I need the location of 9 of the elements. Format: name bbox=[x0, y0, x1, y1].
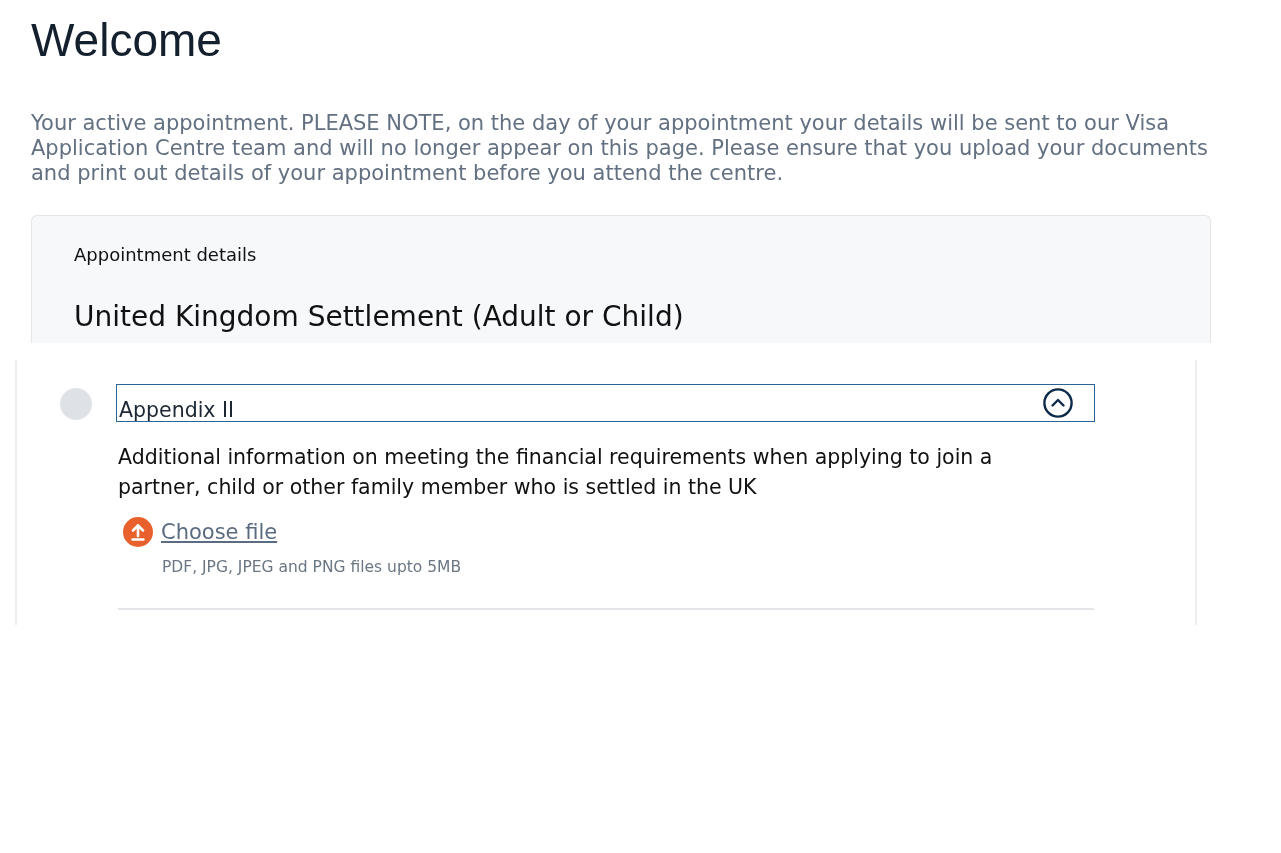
accordion-header[interactable]: Appendix II bbox=[116, 384, 1095, 422]
choose-file-link[interactable]: Choose file bbox=[161, 518, 278, 546]
page-title: Welcome bbox=[31, 14, 223, 67]
appointment-title: United Kingdom Settlement (Adult or Child) bbox=[74, 300, 685, 334]
document-description: Additional information on meeting the financial requirements when applying to join a partner, child or other family member who is settled in the UK bbox=[118, 444, 994, 501]
intro-text: Your active appointment. PLEASE NOTE, on the day of your appointment your details will be sent to our Visa Application Centre team and will no longer appear on this page. Please ensure that you upload your documents and print out details of your appointment before you attend the centre. bbox=[31, 111, 1209, 186]
file-type-hint: PDF, JPG, JPEG and PNG files upto 5MB bbox=[162, 557, 463, 577]
upload-icon bbox=[123, 517, 153, 547]
card-label: Appointment details bbox=[74, 244, 258, 266]
